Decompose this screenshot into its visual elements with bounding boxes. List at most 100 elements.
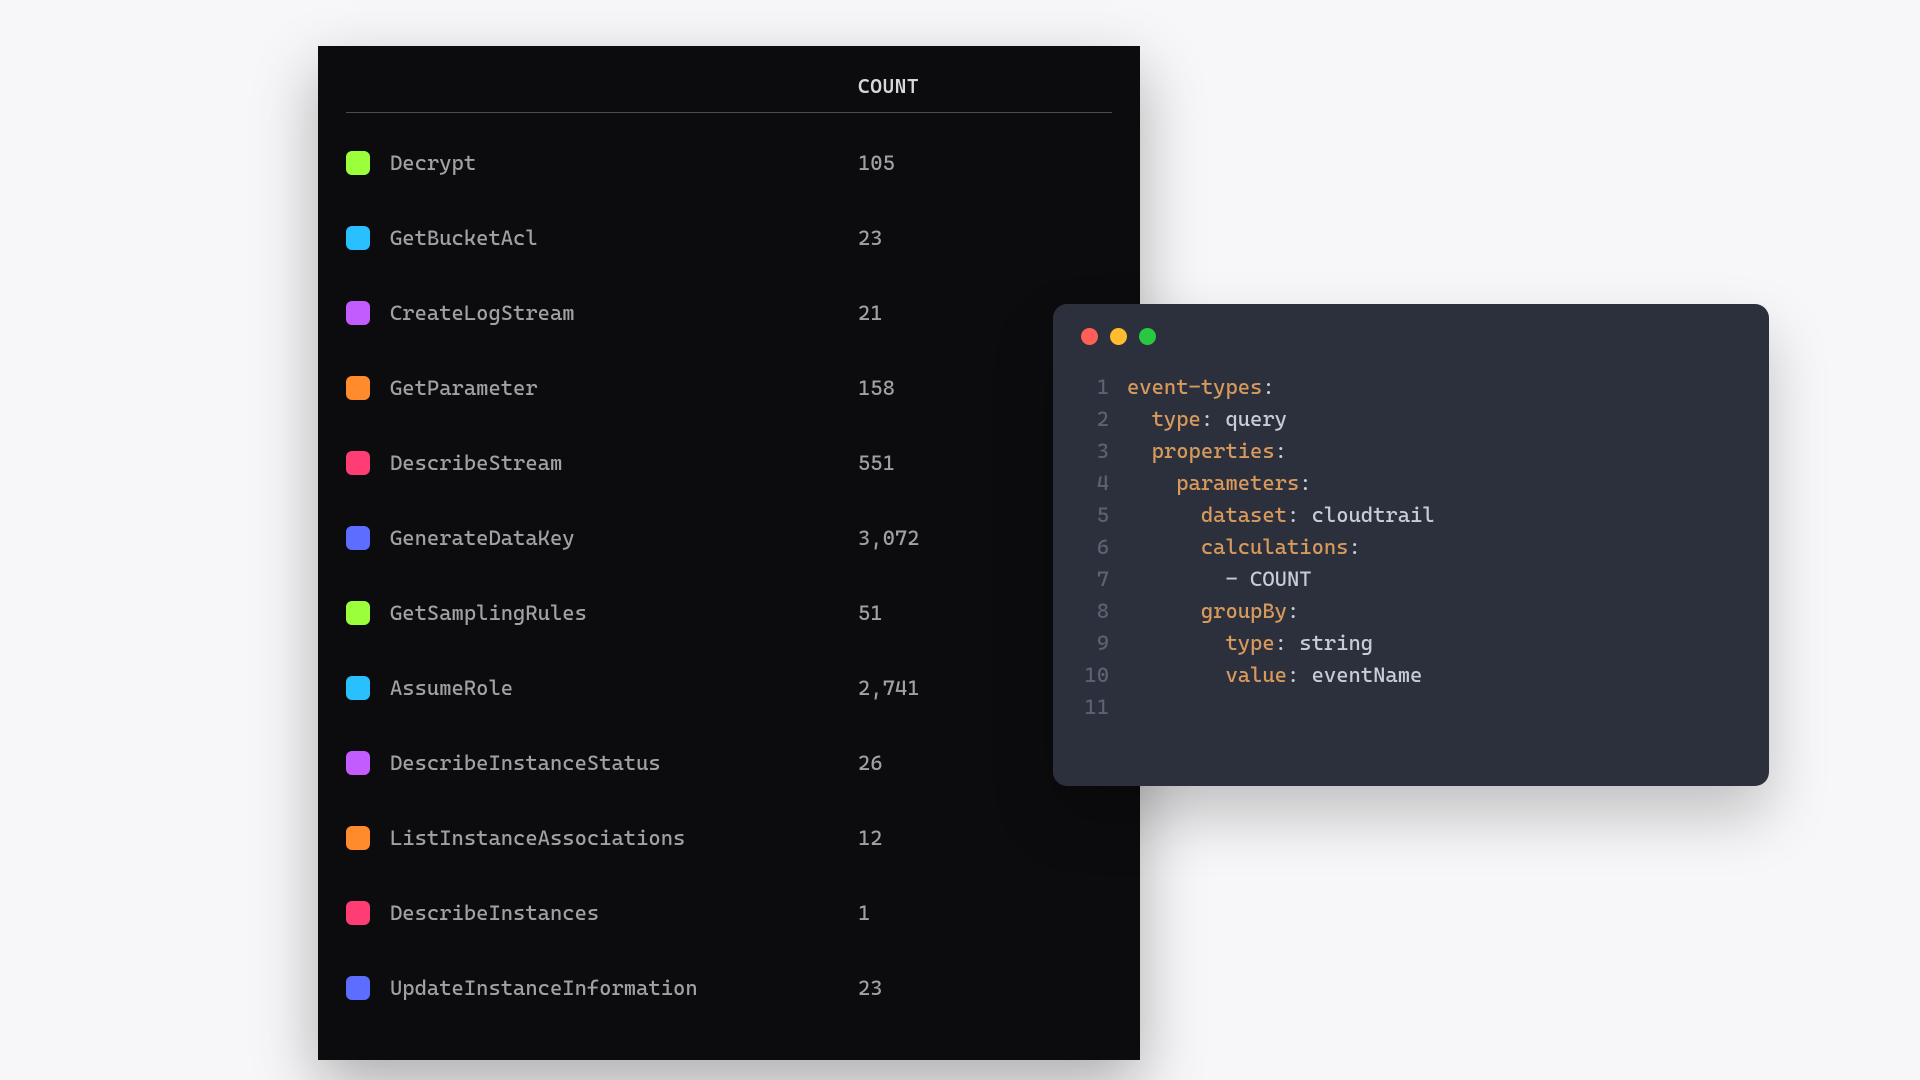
row-event-name: DescribeInstanceStatus [390,751,858,775]
series-color-swatch [346,976,370,1000]
row-count-value: 21 [858,301,883,325]
row-count-value: 158 [858,376,895,400]
code-line: 1event-types: [1081,371,1741,403]
code-token-key: groupBy [1201,595,1287,627]
series-color-swatch [346,226,370,250]
code-token-key: calculations [1201,531,1349,563]
code-token-plain [1127,435,1152,467]
code-token-punc: : [1275,435,1287,467]
code-token-punc: : [1275,627,1300,659]
code-line: 11 [1081,691,1741,723]
code-line: 4 parameters: [1081,467,1741,499]
results-rows: Decrypt105GetBucketAcl23CreateLogStream2… [346,113,1112,1025]
row-event-name: GetSamplingRules [390,601,858,625]
results-header: COUNT [346,74,1112,113]
series-color-swatch [346,826,370,850]
code-token-plain [1127,467,1176,499]
close-icon[interactable] [1081,328,1098,345]
line-number: 11 [1081,691,1127,723]
row-count-value: 2,741 [858,676,920,700]
table-row[interactable]: DescribeStream551 [346,425,1112,500]
code-line: 9 type: string [1081,627,1741,659]
line-number: 10 [1081,659,1127,691]
row-count-value: 1 [858,901,870,925]
row-count-value: 105 [858,151,895,175]
line-number: 5 [1081,499,1127,531]
code-token-punc: : [1287,499,1312,531]
table-row[interactable]: UpdateInstanceInformation23 [346,950,1112,1025]
table-row[interactable]: ListInstanceAssociations12 [346,800,1112,875]
code-token-plain [1127,595,1201,627]
code-editor-content[interactable]: 1event-types:2 type: query3 properties:4… [1081,371,1741,723]
zoom-icon[interactable] [1139,328,1156,345]
code-token-key: value [1225,659,1287,691]
table-row[interactable]: GetBucketAcl23 [346,200,1112,275]
row-event-name: AssumeRole [390,676,858,700]
column-header-count: COUNT [858,74,1112,98]
code-line: 10 value: eventName [1081,659,1741,691]
series-color-swatch [346,151,370,175]
row-count-value: 3,072 [858,526,920,550]
code-token-plain [1127,403,1152,435]
table-row[interactable]: DescribeInstanceStatus26 [346,725,1112,800]
table-row[interactable]: GetSamplingRules51 [346,575,1112,650]
line-number: 9 [1081,627,1127,659]
code-token-punc: : [1287,595,1299,627]
code-token-plain [1127,531,1201,563]
code-token-key: event-types [1127,371,1262,403]
row-event-name: Decrypt [390,151,858,175]
code-token-key: type [1225,627,1274,659]
code-token-plain [1127,499,1201,531]
code-token-punc: : [1299,467,1311,499]
code-token-plain [1127,659,1225,691]
series-color-swatch [346,526,370,550]
series-color-swatch [346,451,370,475]
code-token-key: dataset [1201,499,1287,531]
code-token-val: cloudtrail [1312,499,1435,531]
row-event-name: GetParameter [390,376,858,400]
code-token-dash: - [1225,563,1250,595]
code-token-punc: : [1201,403,1226,435]
line-number: 6 [1081,531,1127,563]
code-token-punc: : [1262,371,1274,403]
series-color-swatch [346,676,370,700]
line-number: 3 [1081,435,1127,467]
line-number: 4 [1081,467,1127,499]
row-event-name: DescribeStream [390,451,858,475]
code-token-val: COUNT [1250,563,1312,595]
row-count-value: 23 [858,226,883,250]
row-count-value: 51 [858,601,883,625]
table-row[interactable]: AssumeRole2,741 [346,650,1112,725]
row-event-name: DescribeInstances [390,901,858,925]
row-count-value: 26 [858,751,883,775]
code-token-val: query [1225,403,1287,435]
table-row[interactable]: GetParameter158 [346,350,1112,425]
code-token-val: eventName [1312,659,1423,691]
code-token-key: type [1152,403,1201,435]
row-event-name: CreateLogStream [390,301,858,325]
series-color-swatch [346,301,370,325]
row-event-name: GetBucketAcl [390,226,858,250]
code-token-punc: : [1287,659,1312,691]
line-number: 7 [1081,563,1127,595]
window-traffic-lights [1081,328,1741,345]
series-color-swatch [346,901,370,925]
series-color-swatch [346,376,370,400]
row-event-name: ListInstanceAssociations [390,826,858,850]
series-color-swatch [346,751,370,775]
code-token-val: string [1299,627,1373,659]
table-row[interactable]: Decrypt105 [346,125,1112,200]
minimize-icon[interactable] [1110,328,1127,345]
code-token-plain [1127,627,1225,659]
table-row[interactable]: CreateLogStream21 [346,275,1112,350]
table-row[interactable]: DescribeInstances1 [346,875,1112,950]
series-color-swatch [346,601,370,625]
code-line: 6 calculations: [1081,531,1741,563]
row-count-value: 23 [858,976,883,1000]
code-token-plain [1127,563,1225,595]
line-number: 8 [1081,595,1127,627]
code-line: 3 properties: [1081,435,1741,467]
code-line: 8 groupBy: [1081,595,1741,627]
row-event-name: UpdateInstanceInformation [390,976,858,1000]
table-row[interactable]: GenerateDataKey3,072 [346,500,1112,575]
